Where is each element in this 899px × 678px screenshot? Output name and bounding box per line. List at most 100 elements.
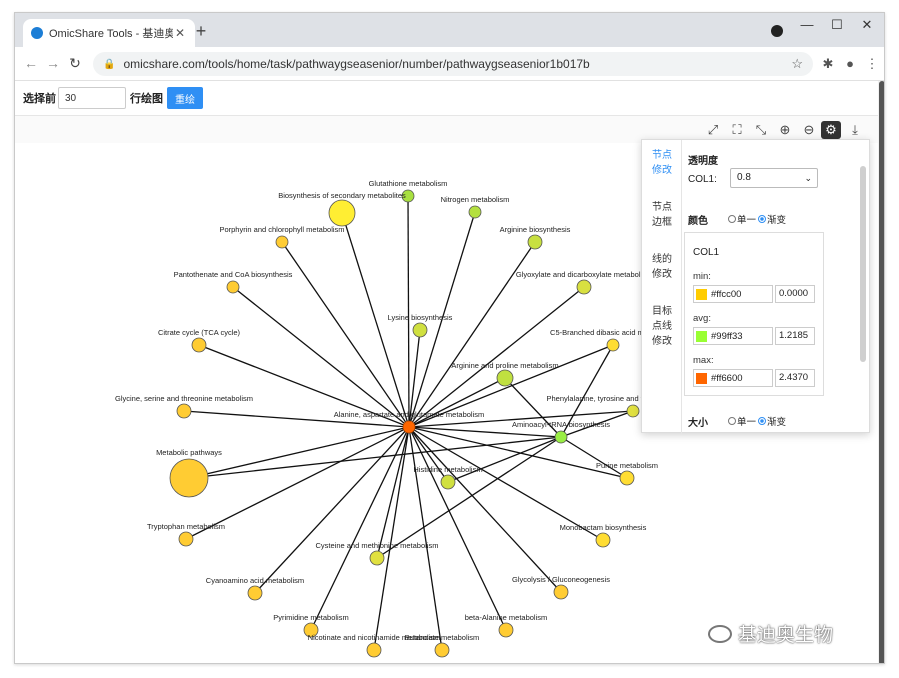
pathway-node[interactable] [191, 337, 207, 353]
edge [407, 195, 410, 428]
tab-close-icon[interactable]: ✕ [173, 26, 187, 40]
hub-node[interactable] [402, 420, 416, 434]
color-single-radio[interactable]: 单一 [728, 212, 756, 226]
account-icon[interactable]: ● [841, 56, 859, 71]
edge [188, 436, 562, 479]
pathway-node[interactable] [169, 458, 209, 498]
min-color-swatch[interactable] [696, 288, 707, 300]
color-gradient-label: 渐变 [767, 215, 787, 226]
pathway-node-label: Butanoate metabolism [405, 633, 480, 642]
pathway-node[interactable] [468, 205, 482, 219]
forward-icon[interactable]: → [43, 55, 63, 71]
pathway-node[interactable] [606, 338, 620, 352]
tab-line-edit[interactable]: 线的修改 [652, 252, 676, 282]
min-color-hex: #ffcc00 [711, 288, 742, 300]
size-gradient-label: 渐变 [767, 417, 787, 428]
browser-toolbar: ← → ↻ 🔒 omicshare.com/tools/home/task/pa… [15, 47, 884, 81]
avg-color-swatch[interactable] [696, 330, 707, 342]
max-color-swatch[interactable] [696, 372, 707, 384]
tab-omicshare[interactable]: OmicShare Tools - 基迪奥生物 ✕ [23, 19, 195, 47]
radio-selected-icon [758, 215, 766, 223]
max-color-field[interactable]: #ff6600 [693, 369, 773, 387]
radio-icon [728, 215, 736, 223]
pathway-node-label: Glycine, serine and threonine metabolism [115, 394, 253, 403]
lock-icon: 🔒 [103, 58, 116, 70]
col1-opacity-select[interactable]: 0.8 ⌄ [730, 168, 818, 188]
pathway-node[interactable] [496, 369, 514, 387]
pathway-node[interactable] [440, 474, 456, 490]
pathway-node[interactable] [434, 642, 450, 658]
max-color-hex: #ff6600 [711, 372, 743, 384]
pathway-node-label: Cysteine and methionine metabolism [316, 541, 439, 550]
nodes: Glutathione metabolism Biosynthesis of se… [115, 179, 720, 658]
address-bar[interactable]: 🔒 omicshare.com/tools/home/task/pathwayg… [93, 52, 813, 76]
size-gradient-radio[interactable]: 渐变 [758, 414, 786, 428]
back-icon[interactable]: ← [21, 55, 41, 71]
settings-side-tabs: 节点修改 节点边框 线的修改 目标点线修改 [642, 140, 682, 434]
pathway-node-label: Purine metabolism [596, 461, 658, 470]
pathway-node[interactable] [527, 234, 543, 250]
min-value-field[interactable]: 0.0000 [775, 285, 815, 303]
watermark-text: 基迪奥生物 [738, 624, 834, 646]
pathway-node[interactable] [595, 532, 611, 548]
pathway-node[interactable] [626, 404, 640, 418]
pathway-node-label: Histidine metabolism [413, 465, 482, 474]
url-text: omicshare.com/tools/home/task/pathwaygse… [123, 57, 590, 71]
edge [376, 426, 410, 559]
extensions-icon[interactable]: ✱ [819, 56, 837, 72]
pathway-node[interactable] [576, 279, 592, 295]
scrollbar-thumb[interactable] [879, 81, 884, 663]
edge [232, 286, 410, 428]
new-tab-button[interactable]: + [191, 21, 211, 42]
col1-opacity-value: 0.8 [737, 172, 751, 183]
page-scrollbar[interactable] [878, 81, 884, 663]
max-label: max: [693, 355, 714, 366]
pathway-node[interactable] [176, 403, 192, 419]
profile-icon[interactable] [771, 25, 783, 37]
avg-value-field[interactable]: 1.2185 [775, 327, 815, 345]
pathway-node[interactable] [498, 622, 514, 638]
minimize-icon[interactable]: — [793, 17, 821, 32]
pathway-node[interactable] [226, 280, 240, 294]
pathway-node-label: Cyanoamino acid metabolism [206, 576, 304, 585]
maximize-icon[interactable]: ☐ [823, 17, 851, 33]
wechat-icon [708, 624, 732, 643]
pathway-node-label: Lysine biosynthesis [388, 313, 453, 322]
pathway-node[interactable] [412, 322, 428, 338]
pathway-node-label: Monobactam biosynthesis [560, 523, 647, 532]
menu-icon[interactable]: ⋮ [863, 56, 881, 72]
pathway-node-label: Citrate cycle (TCA cycle) [158, 328, 241, 337]
close-window-icon[interactable]: ✕ [853, 17, 881, 33]
pathway-node[interactable] [366, 642, 382, 658]
color-gradient-radio[interactable]: 渐变 [758, 212, 786, 226]
gradient-color-box: COL1 min: #ffcc00 0.0000 avg: #99ff33 1.… [684, 232, 824, 396]
pathway-node[interactable] [619, 470, 635, 486]
pathway-node[interactable] [328, 199, 356, 227]
pathway-node[interactable] [178, 531, 194, 547]
pathway-node[interactable] [553, 584, 569, 600]
pathway-node-label: Arginine and proline metabolism [451, 361, 558, 370]
pathway-node[interactable] [275, 235, 289, 249]
bookmark-star-icon[interactable]: ☆ [791, 56, 803, 72]
tab-node-border[interactable]: 节点边框 [652, 200, 676, 230]
min-color-field[interactable]: #ffcc00 [693, 285, 773, 303]
tab-strip: OmicShare Tools - 基迪奥生物 ✕ + — ☐ ✕ [15, 13, 884, 47]
secondary-hub-node[interactable] [554, 430, 568, 444]
pathway-node-label: Tryptophan metabolism [147, 522, 225, 531]
pathway-node-label: Pantothenate and CoA biosynthesis [174, 270, 293, 279]
pathway-node[interactable] [247, 585, 263, 601]
reload-icon[interactable]: ↻ [65, 55, 85, 72]
pathway-node-label: Metabolic pathways [156, 448, 222, 457]
edge [310, 426, 410, 631]
max-value-field[interactable]: 2.4370 [775, 369, 815, 387]
pathway-node-label: Glutathione metabolism [369, 179, 448, 188]
avg-color-field[interactable]: #99ff33 [693, 327, 773, 345]
tab-target-line-edit[interactable]: 目标点线修改 [652, 304, 676, 349]
avg-label: avg: [693, 313, 711, 324]
tab-title: OmicShare Tools - 基迪奥生物 [49, 28, 173, 40]
size-single-radio[interactable]: 单一 [728, 414, 756, 428]
min-label: min: [693, 271, 711, 282]
tab-node-edit[interactable]: 节点修改 [652, 148, 676, 178]
panel-scrollbar[interactable] [860, 166, 866, 362]
pathway-node[interactable] [369, 550, 385, 566]
